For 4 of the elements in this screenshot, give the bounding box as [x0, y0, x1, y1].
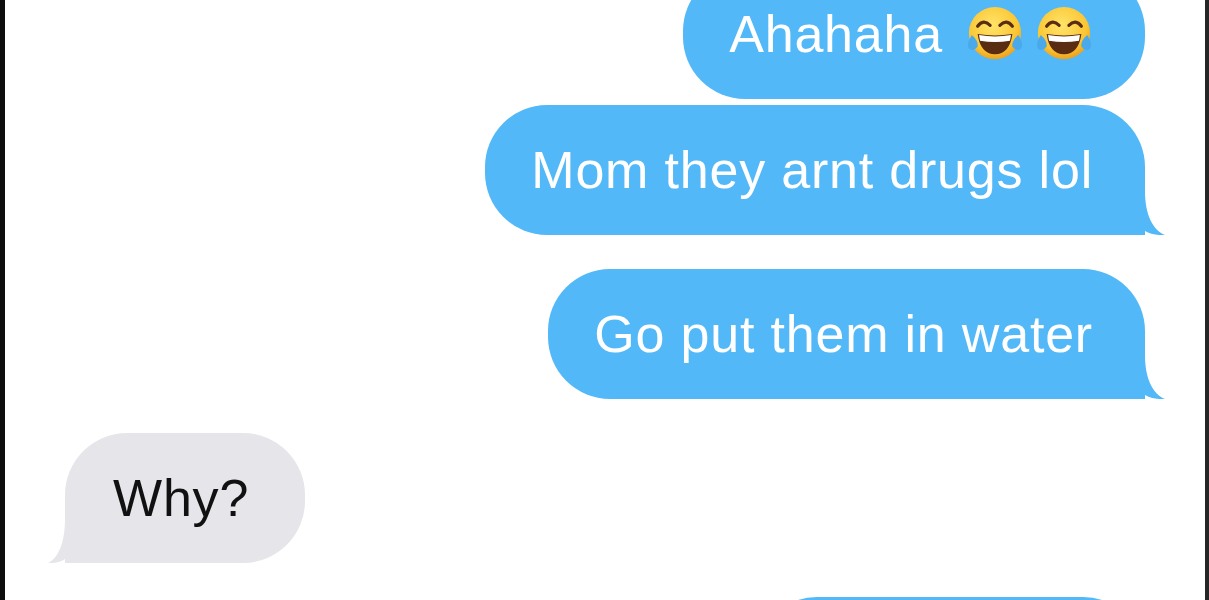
message-text: Why? — [113, 468, 250, 528]
message-text: Mom they arnt drugs lol — [531, 140, 1093, 200]
message-text: Ahahaha — [729, 4, 943, 64]
message-text: Go put them in water — [594, 304, 1093, 364]
